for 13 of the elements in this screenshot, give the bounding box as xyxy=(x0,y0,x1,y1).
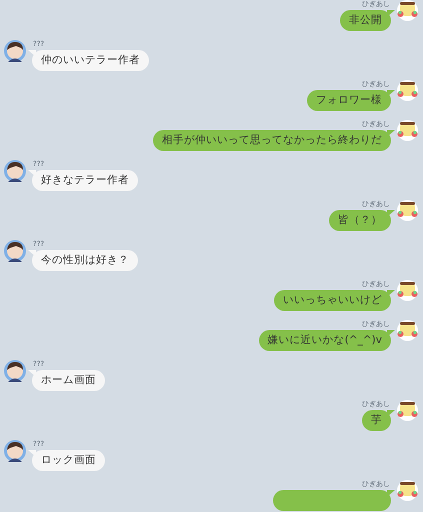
avatar-icon xyxy=(397,80,418,101)
avatar-icon xyxy=(4,440,26,462)
avatar-icon xyxy=(397,120,418,141)
avatar-icon xyxy=(397,200,418,221)
avatar-icon xyxy=(4,360,26,382)
avatar-icon xyxy=(397,480,418,501)
avatar-icon xyxy=(4,160,26,182)
avatar-icon xyxy=(397,400,418,421)
avatar-icon xyxy=(397,320,418,341)
avatar-icon xyxy=(4,240,26,262)
avatar-icon xyxy=(397,0,418,21)
avatar-icon xyxy=(397,280,418,301)
avatar-icon xyxy=(4,40,26,62)
